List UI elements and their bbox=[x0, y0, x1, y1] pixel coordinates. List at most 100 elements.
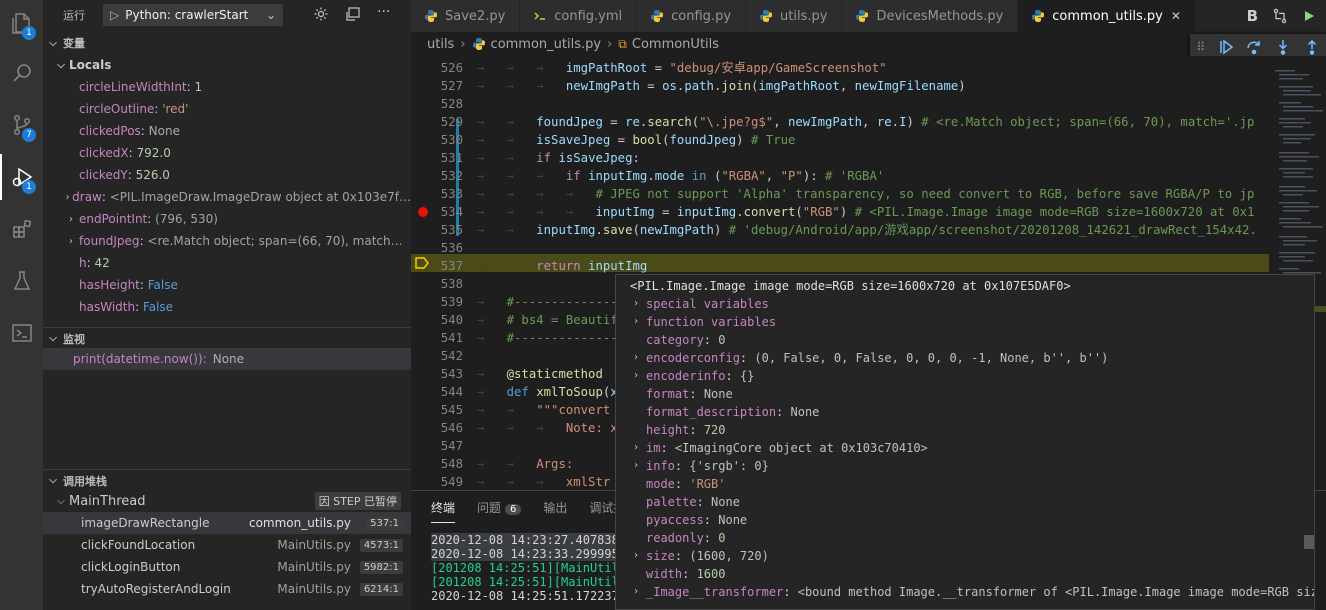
hover-variable-row[interactable]: › special variables bbox=[616, 295, 1314, 313]
line-code: → → Args: bbox=[477, 457, 574, 471]
hover-variable-row[interactable]: › _Image__transformer: <bound method Imag… bbox=[616, 583, 1314, 601]
hover-variable-row[interactable]: › info: {'srgb': 0} bbox=[616, 457, 1314, 475]
debug-hover-widget[interactable]: <PIL.Image.Image image mode=RGB size=160… bbox=[615, 274, 1315, 610]
gear-icon[interactable] bbox=[313, 6, 329, 22]
search-icon[interactable] bbox=[0, 50, 43, 96]
local-variable-row[interactable]: hasWidth: False bbox=[43, 296, 411, 318]
explorer-icon[interactable]: 1 bbox=[0, 0, 43, 46]
bold-icon[interactable]: B bbox=[1247, 7, 1258, 25]
line-code: → → isSaveJpeg = bool(foundJpeg) # True bbox=[477, 133, 796, 147]
hover-variable-row[interactable]: readonly: 0 bbox=[616, 529, 1314, 547]
launch-config-select[interactable]: ▷ Python: crawlerStart ⌄ bbox=[103, 4, 283, 26]
panel-tab-label: 输出 bbox=[543, 501, 568, 515]
local-variable-row[interactable]: clickedX: 792.0 bbox=[43, 142, 411, 164]
editor-actions: B bbox=[1246, 0, 1326, 32]
hover-var-name: size bbox=[646, 549, 675, 563]
step-out-icon[interactable] bbox=[1304, 39, 1320, 55]
locals-scope[interactable]: ⌵ Locals bbox=[43, 54, 411, 76]
editor-tabs: Save2.py config.yml config.py utils.py Devic… bbox=[411, 0, 1326, 32]
drag-handle-icon[interactable]: ⠿ bbox=[1196, 40, 1205, 54]
hover-variable-row[interactable]: format_description: None bbox=[616, 403, 1314, 421]
code-line: 536 bbox=[411, 239, 1269, 257]
hover-variable-row[interactable]: category: 0 bbox=[616, 331, 1314, 349]
hover-var-name: function variables bbox=[646, 315, 777, 329]
remote-terminal-icon[interactable] bbox=[0, 310, 43, 356]
local-variable-row[interactable]: › draw: <PIL.ImageDraw.ImageDraw object a… bbox=[43, 186, 411, 208]
stack-frame-row[interactable]: clickLoginButton MainUtils.py 5982:1 bbox=[43, 556, 411, 578]
editor-tab[interactable]: common_utils.py ✕ bbox=[1018, 0, 1196, 32]
hover-variable-row[interactable]: format: None bbox=[616, 385, 1314, 403]
local-variable-row[interactable]: circleLineWidthInt: 1 bbox=[43, 76, 411, 98]
hover-var-value: (1600, 720) bbox=[689, 549, 769, 563]
chevron-down-icon: ⌵ bbox=[57, 59, 65, 71]
editor-tab[interactable]: config.yml bbox=[520, 0, 638, 32]
step-into-icon[interactable] bbox=[1275, 39, 1291, 55]
editor-tab[interactable]: DevicesMethods.py bbox=[842, 0, 1019, 32]
local-variable-row[interactable]: clickedPos: None bbox=[43, 120, 411, 142]
step-over-icon[interactable] bbox=[1246, 39, 1262, 55]
callstack-title: 调用堆栈 bbox=[63, 474, 107, 488]
hover-variable-row[interactable]: › size: (1600, 720) bbox=[616, 547, 1314, 565]
hover-variable-row[interactable]: › im: <ImagingCore object at 0x103c70410> bbox=[616, 439, 1314, 457]
close-icon[interactable]: ✕ bbox=[1171, 9, 1181, 23]
continue-icon[interactable] bbox=[1218, 39, 1234, 55]
run-file-icon[interactable] bbox=[1302, 9, 1316, 23]
hover-variable-row[interactable]: mode: 'RGB' bbox=[616, 475, 1314, 493]
callstack-section-header[interactable]: ⌵ 调用堆栈 bbox=[43, 469, 411, 491]
chevron-right-icon: › bbox=[632, 370, 640, 381]
watch-expression[interactable]: print(datetime.now()): None bbox=[43, 348, 411, 370]
panel-tab-label: 问题 bbox=[477, 501, 502, 515]
stack-frame-row[interactable]: tryAutoRegisterAndLogin MainUtils.py 6214:… bbox=[43, 578, 411, 600]
run-debug-icon[interactable]: 1 bbox=[0, 154, 43, 200]
stack-frame-row[interactable]: imageDrawRectangle common_utils.py 537:1 bbox=[43, 512, 411, 534]
line-number: 526 bbox=[440, 61, 463, 75]
local-variable-row[interactable]: h: 42 bbox=[43, 252, 411, 274]
stack-frame-row[interactable]: clickFoundLocation MainUtils.py 4573:1 bbox=[43, 534, 411, 556]
breadcrumb-folder[interactable]: utils bbox=[427, 37, 454, 52]
start-debug-icon[interactable]: ▷ bbox=[110, 8, 119, 22]
panel-tabs: 终端 问题 6 输出 调试控 bbox=[431, 499, 625, 523]
editor-tab[interactable]: utils.py bbox=[746, 0, 843, 32]
line-number: 543 bbox=[440, 367, 463, 381]
breadcrumb-file[interactable]: common_utils.py bbox=[491, 37, 602, 52]
testing-flask-icon[interactable] bbox=[0, 258, 43, 304]
frame-file: MainUtils.py bbox=[277, 560, 351, 574]
breadcrumb-symbol[interactable]: CommonUtils bbox=[632, 37, 719, 52]
compare-changes-icon[interactable] bbox=[1272, 8, 1288, 24]
hover-variable-row[interactable]: › function variables bbox=[616, 313, 1314, 331]
hover-variable-row[interactable]: pyaccess: None bbox=[616, 511, 1314, 529]
code-line: 531 → → if isSaveJpeg: bbox=[411, 149, 1269, 167]
hover-variable-row[interactable]: palette: None bbox=[616, 493, 1314, 511]
hover-variable-row[interactable]: › encoderinfo: {} bbox=[616, 367, 1314, 385]
hover-variable-row[interactable]: › encoderconfig: (0, False, 0, False, 0, … bbox=[616, 349, 1314, 367]
tab-label: common_utils.py bbox=[1052, 8, 1163, 24]
panel-tab[interactable]: 问题 6 bbox=[477, 499, 522, 523]
code-line: 532 → → → if inputImg.mode in ("RGBA", "P… bbox=[411, 167, 1269, 185]
chevron-down-icon: ⌵ bbox=[49, 333, 57, 344]
run-toolbar: 运行 ▷ Python: crawlerStart ⌄ ··· bbox=[43, 0, 411, 30]
thread-row[interactable]: ⌵ MainThread 因 STEP 已暂停 bbox=[43, 490, 411, 512]
local-variable-row[interactable]: hasHeight: False bbox=[43, 274, 411, 296]
hover-var-value: <ImagingCore object at 0x103c70410> bbox=[674, 441, 928, 455]
hover-scrollbar-thumb[interactable] bbox=[1304, 535, 1314, 549]
hover-var-value: 'RGB' bbox=[689, 477, 726, 491]
extensions-icon[interactable] bbox=[0, 206, 43, 252]
variables-section-header[interactable]: ⌵ 变量 bbox=[43, 32, 411, 54]
local-variable-row[interactable]: › endPointInt: (796, 530) bbox=[43, 208, 411, 230]
watch-section-header[interactable]: ⌵ 监视 bbox=[43, 327, 411, 349]
code-line: 527 → → → newImgPath = os.path.join(imgPa… bbox=[411, 77, 1269, 95]
hover-variable-row[interactable]: width: 1600 bbox=[616, 565, 1314, 583]
editor-tab[interactable]: Save2.py bbox=[411, 0, 521, 32]
local-variable-row[interactable]: clickedY: 526.0 bbox=[43, 164, 411, 186]
panel-tab[interactable]: 终端 bbox=[431, 499, 456, 523]
panel-tab[interactable]: 输出 bbox=[543, 499, 567, 523]
chevron-right-icon: › bbox=[632, 316, 640, 327]
more-actions-icon[interactable]: ··· bbox=[377, 4, 393, 20]
local-variable-row[interactable]: › foundJpeg: <re.Match object; span=(66, … bbox=[43, 230, 411, 252]
debug-console-icon[interactable] bbox=[345, 6, 361, 22]
editor-tab[interactable]: config.py bbox=[637, 0, 747, 32]
variable-name: clickedY bbox=[79, 168, 128, 182]
hover-variable-row[interactable]: height: 720 bbox=[616, 421, 1314, 439]
source-control-icon[interactable]: 7 bbox=[0, 102, 43, 148]
local-variable-row[interactable]: circleOutline: 'red' bbox=[43, 98, 411, 120]
